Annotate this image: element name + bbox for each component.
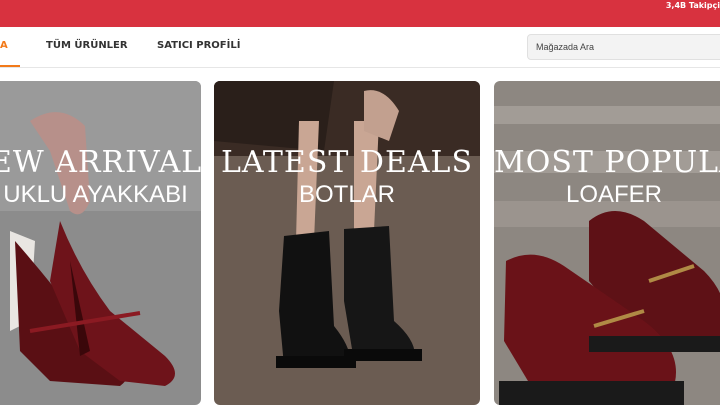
store-search-input[interactable] (528, 35, 720, 59)
store-search-box[interactable] (527, 34, 720, 60)
banner-subtitle: LOAFER (565, 181, 663, 208)
tab-all-products[interactable]: TÜM ÜRÜNLER (46, 40, 128, 51)
active-tab-indicator (0, 65, 20, 67)
tab-seller-profile[interactable]: SATICI PROFİLİ (157, 40, 240, 51)
banner-new-arrival[interactable]: EW ARRIVAL UKLU AYAKKABI (0, 81, 201, 405)
loafers-product-image (494, 81, 720, 405)
boots-product-image (214, 81, 480, 405)
banner-subtitle: UKLU AYAKKABI (3, 181, 188, 208)
follower-count: 3,4B Takipçi (665, 1, 720, 10)
banner-title: EW ARRIVAL (0, 145, 201, 180)
banner-title: MOST POPULA (494, 145, 720, 180)
tab-home[interactable]: A (0, 40, 8, 51)
banner-subtitle: BOTLAR (298, 181, 396, 208)
heels-product-image (0, 81, 201, 405)
store-header-bar: 3,4B Takipçi (0, 0, 720, 27)
banner-most-popular[interactable]: MOST POPULA LOAFER (494, 81, 720, 405)
banner-latest-deals[interactable]: LATEST DEALS BOTLAR (214, 81, 480, 405)
banner-title: LATEST DEALS (220, 145, 474, 180)
